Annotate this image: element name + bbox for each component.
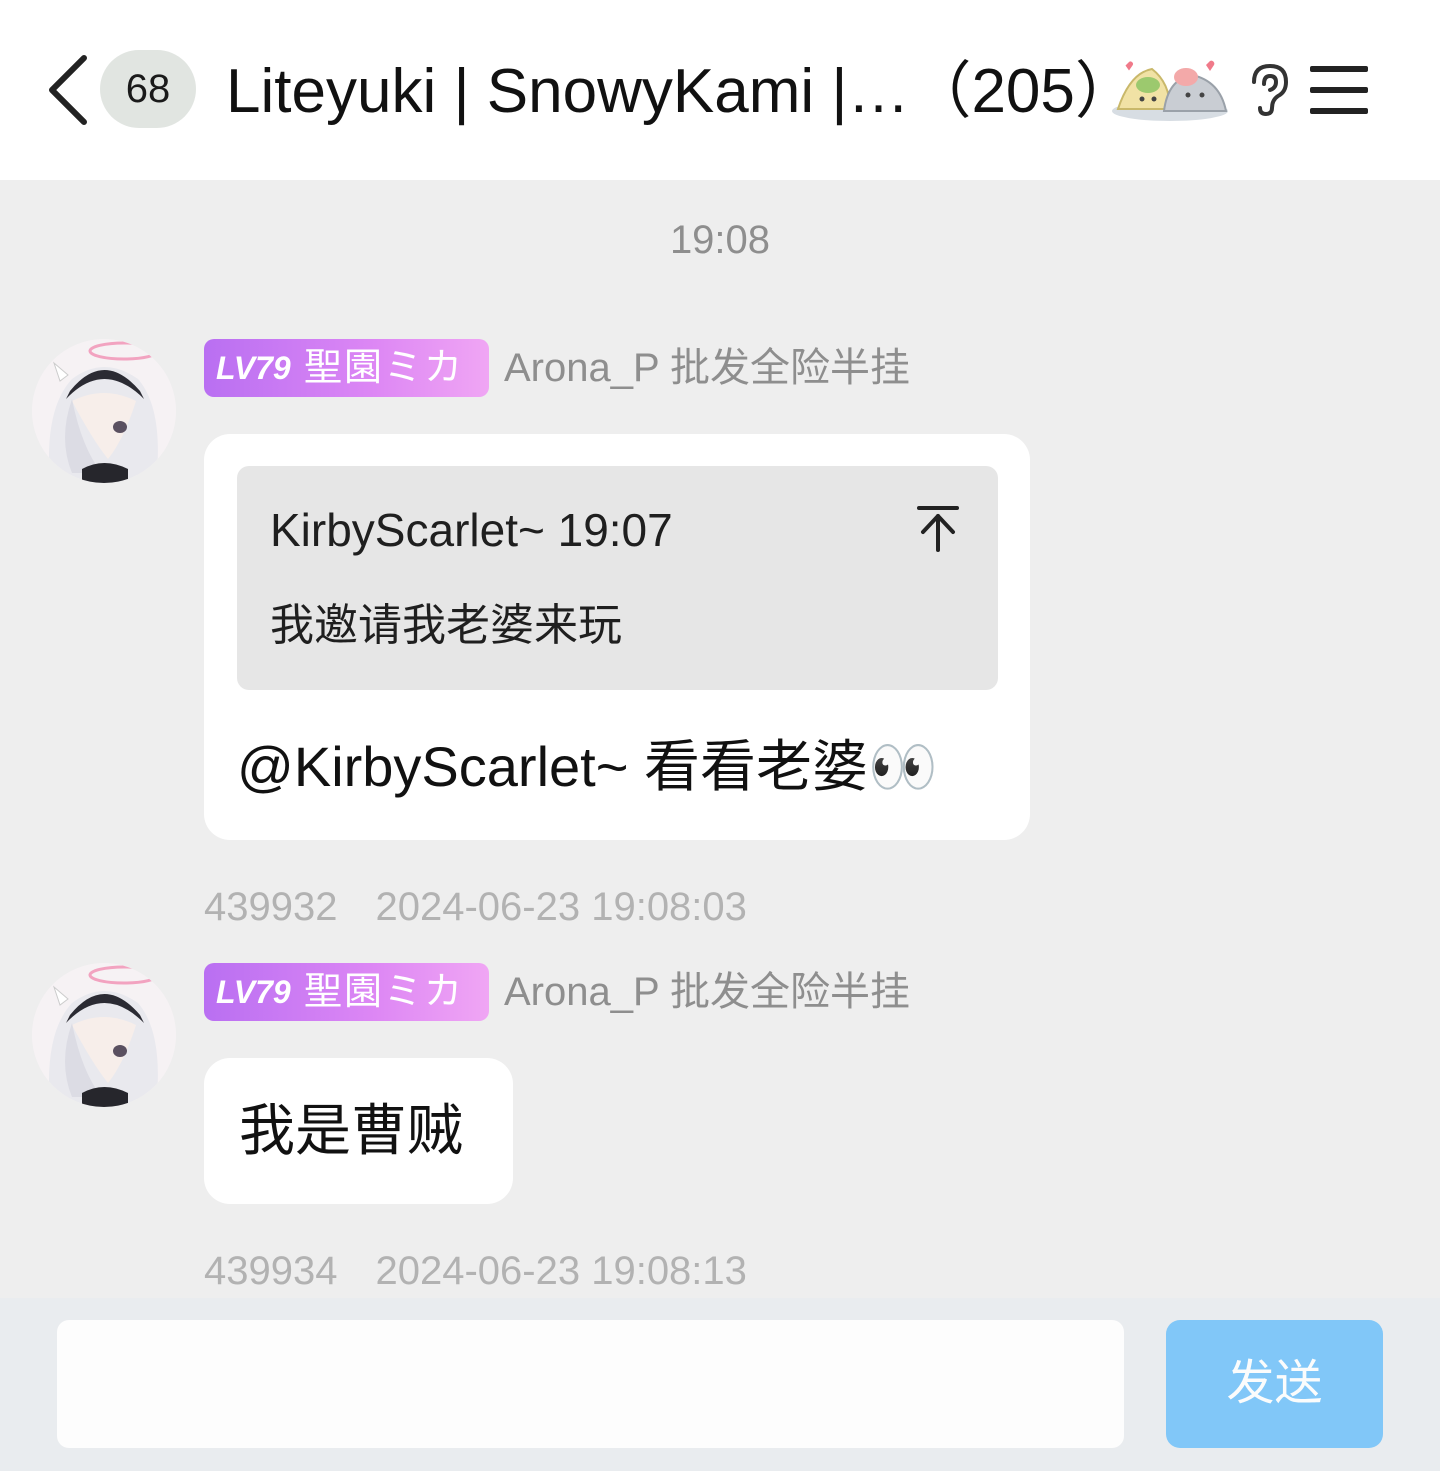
send-button[interactable]: 发送	[1166, 1320, 1383, 1448]
quoted-message[interactable]: KirbyScarlet~ 19:07 我邀请我老婆来玩	[237, 466, 998, 690]
anime-girl-avatar-icon	[32, 339, 176, 483]
group-sticker-icon	[1108, 55, 1232, 125]
message-meta: 439932 2024-06-23 19:08:03	[204, 882, 747, 932]
quote-text: 我邀请我老婆来玩	[270, 601, 622, 650]
sender-avatar[interactable]	[32, 963, 176, 1107]
time-divider: 19:08	[669, 218, 771, 262]
message-timestamp: 2024-06-23 19:08:13	[375, 1249, 747, 1293]
unread-count-badge[interactable]: 68	[100, 50, 196, 128]
message-meta: 439934 2024-06-23 19:08:13	[204, 1246, 747, 1296]
ear-mode-button[interactable]	[1246, 62, 1292, 118]
jump-to-quote-button[interactable]	[915, 504, 961, 554]
quote-author-time: KirbyScarlet~ 19:07	[270, 504, 673, 556]
ear-icon	[1252, 63, 1289, 117]
input-bar: 发送	[0, 1298, 1440, 1471]
chevron-left-icon	[49, 55, 87, 125]
sender-name[interactable]: Arona_P 批发全险半挂	[504, 339, 910, 397]
hamburger-menu-icon	[1310, 66, 1368, 114]
message-timestamp: 2024-06-23 19:08:03	[375, 885, 747, 929]
level-number: LV79	[216, 350, 291, 386]
chat-header: 68 Liteyuki | SnowyKami |…（205）	[0, 0, 1440, 180]
level-number: LV79	[216, 974, 291, 1010]
message-text: @KirbyScarlet~ 看看老婆👀	[237, 735, 938, 798]
message-input[interactable]	[57, 1320, 1124, 1448]
level-badge: LV79 聖園ミカ	[204, 963, 489, 1021]
message-bubble[interactable]: KirbyScarlet~ 19:07 我邀请我老婆来玩 @KirbyScarl…	[204, 434, 1030, 840]
level-badge: LV79 聖園ミカ	[204, 339, 489, 397]
chat-title[interactable]: Liteyuki | SnowyKami |…（205）	[226, 52, 1137, 132]
message-id: 439932	[204, 885, 338, 929]
sender-name[interactable]: Arona_P 批发全险半挂	[504, 963, 910, 1021]
anime-girl-avatar-icon	[32, 963, 176, 1107]
level-title: 聖園ミカ	[304, 347, 465, 389]
jump-up-icon	[917, 506, 959, 552]
message-text: 我是曹贼	[239, 1099, 463, 1162]
back-button[interactable]	[40, 50, 100, 130]
message-bubble[interactable]: 我是曹贼	[204, 1058, 513, 1204]
message-id: 439934	[204, 1249, 338, 1293]
level-title: 聖園ミカ	[304, 971, 465, 1013]
chat-screen: 68 Liteyuki | SnowyKami |…（205） 19:08 LV…	[0, 0, 1440, 1471]
sender-avatar[interactable]	[32, 339, 176, 483]
menu-button[interactable]	[1308, 62, 1372, 118]
